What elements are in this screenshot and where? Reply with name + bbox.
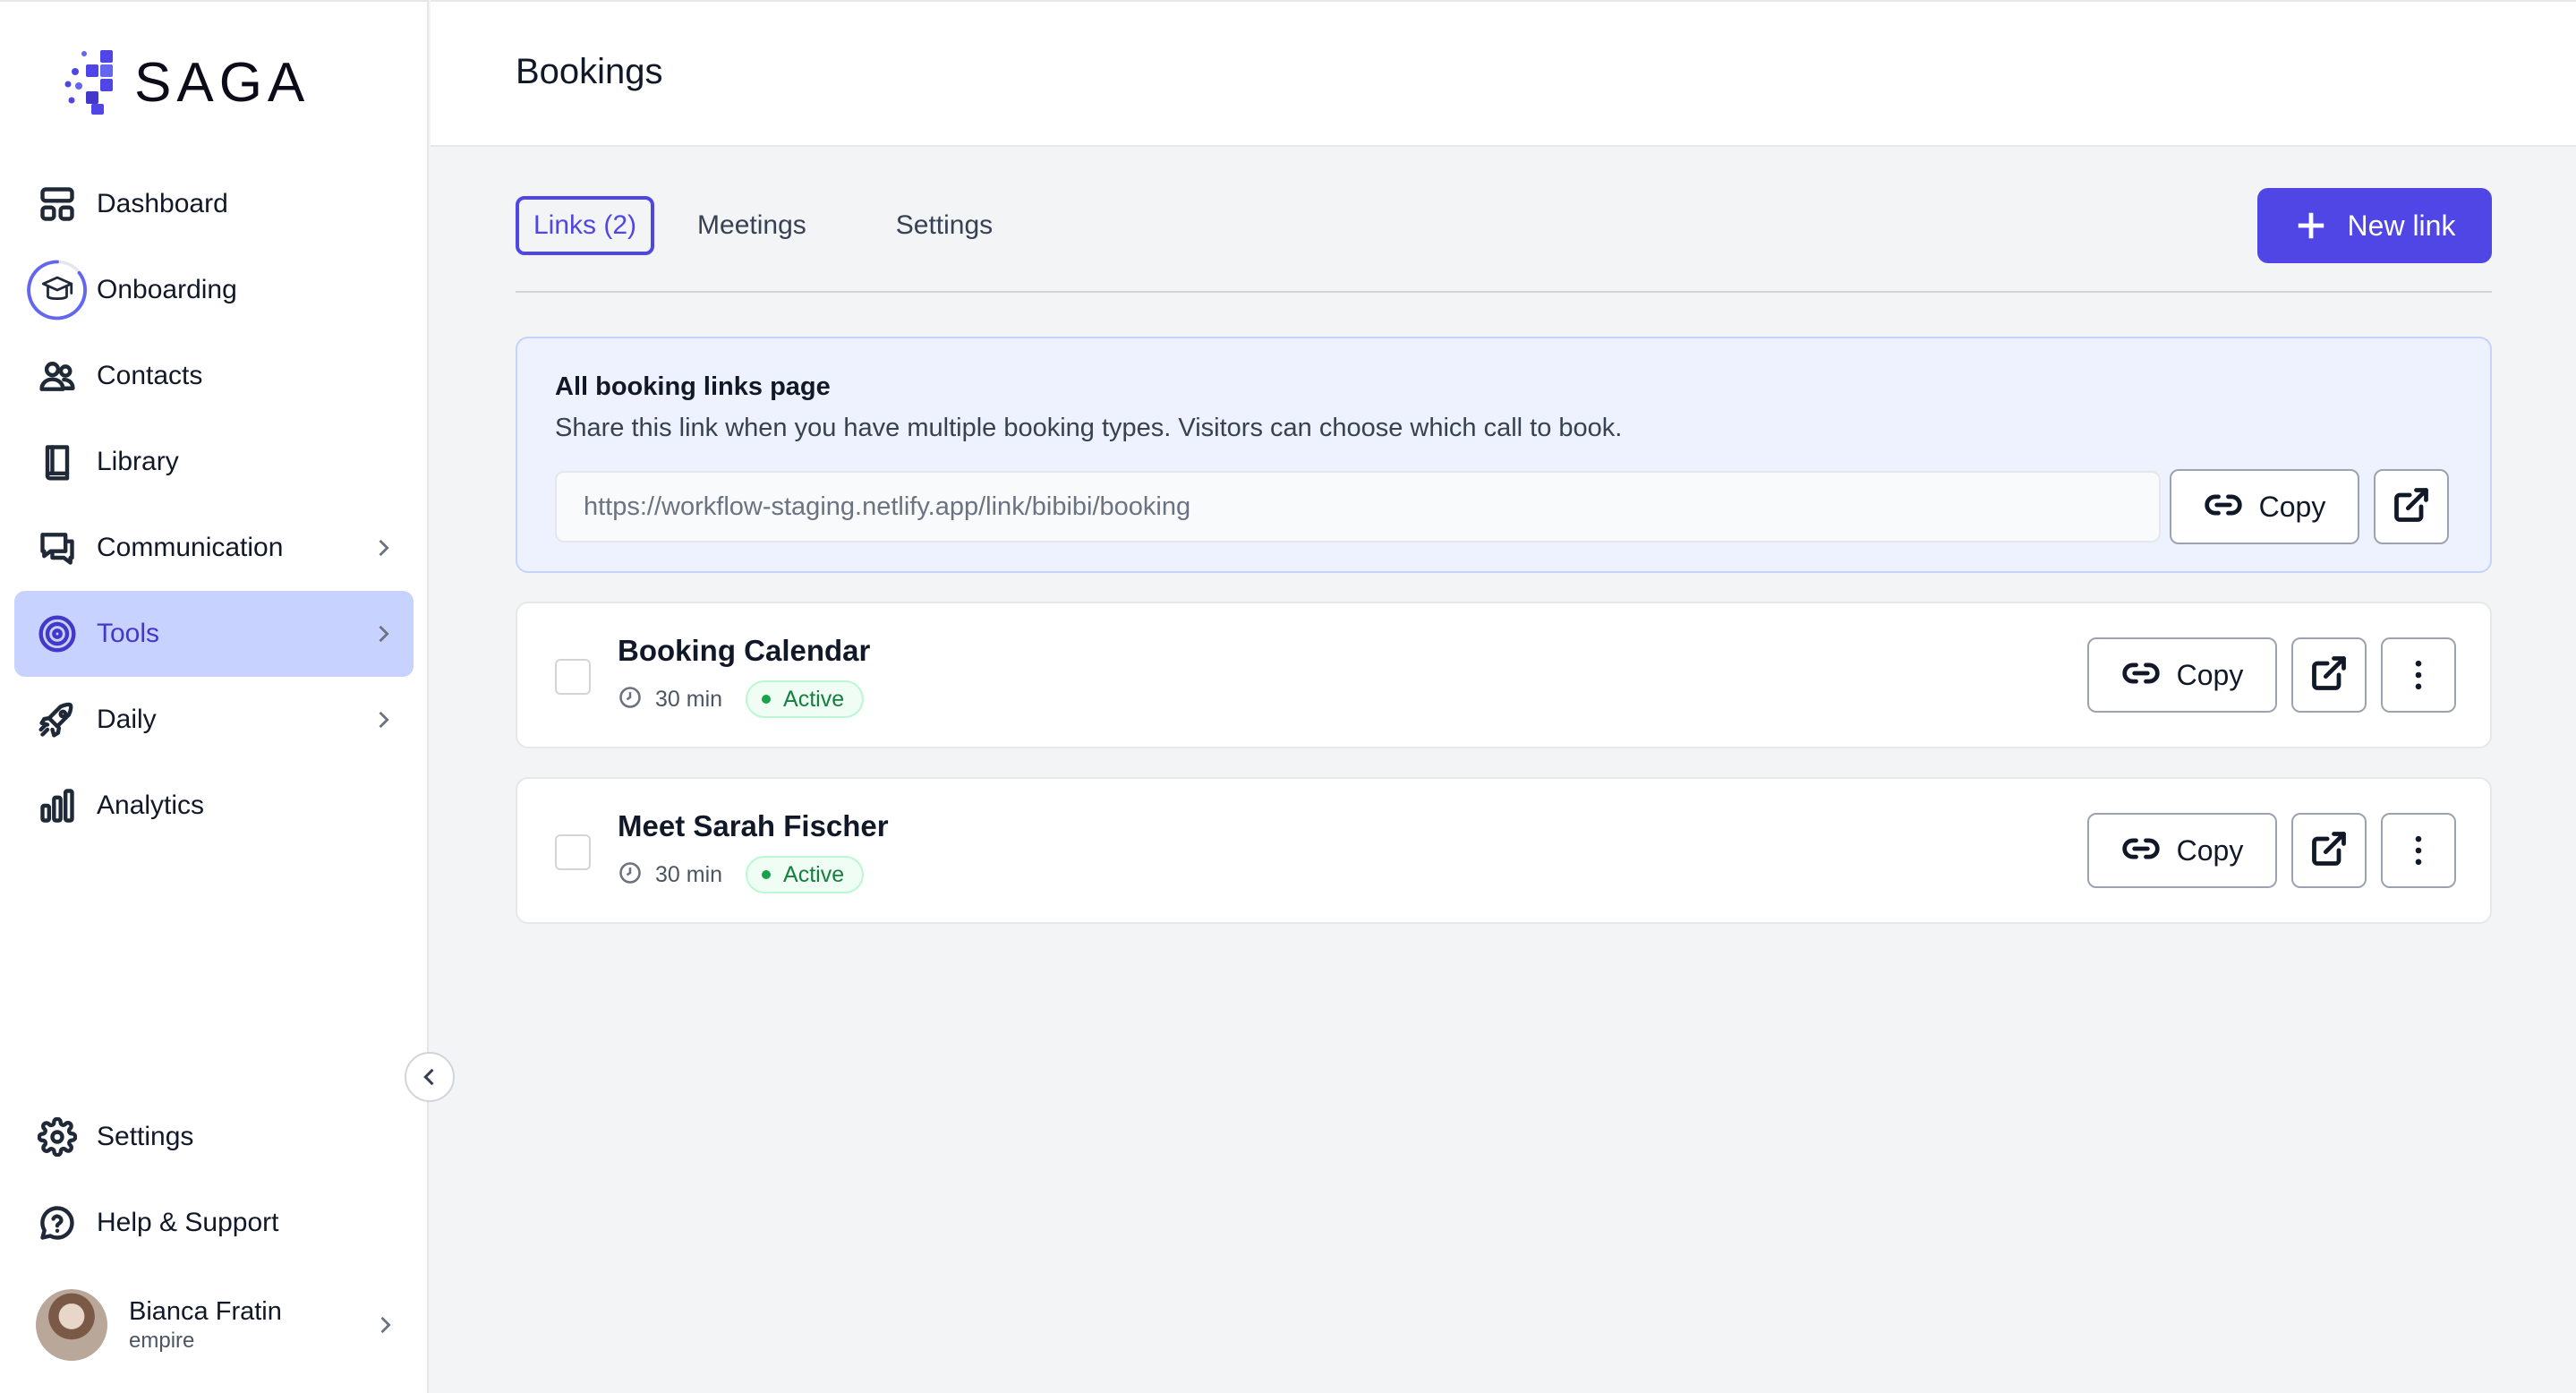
chevron-right-icon — [371, 621, 396, 646]
booking-link-card: Meet Sarah Fischer 30 min Active Copy — [516, 777, 2492, 924]
graduation-cap-icon — [26, 259, 89, 321]
link-icon — [2121, 654, 2161, 697]
link-name: Booking Calendar — [618, 634, 871, 667]
sidebar-item-daily[interactable]: Daily — [14, 677, 414, 763]
dashboard-icon — [36, 183, 79, 226]
avatar — [36, 1289, 107, 1361]
copy-link-button[interactable]: Copy — [2087, 813, 2277, 888]
select-checkbox[interactable] — [555, 659, 591, 695]
user-profile-menu[interactable]: Bianca Fratin empire — [36, 1287, 412, 1363]
app-root: SAGA Dashboard Onboarding Contacts Libra… — [0, 0, 2576, 1393]
book-icon — [36, 440, 79, 483]
gear-icon — [36, 1115, 79, 1158]
copy-label: Copy — [2176, 833, 2244, 867]
copy-link-button[interactable]: Copy — [2087, 637, 2277, 713]
page-title: Bookings — [516, 52, 663, 91]
chevron-right-icon — [371, 707, 396, 732]
external-link-icon — [2309, 654, 2349, 697]
duration: 30 min — [655, 686, 723, 712]
tab-settings[interactable]: Settings — [880, 198, 1009, 253]
sidebar-item-label: Dashboard — [97, 189, 228, 218]
user-org: empire — [129, 1329, 195, 1353]
sidebar-item-label: Daily — [97, 705, 157, 734]
chevron-right-icon — [372, 1312, 397, 1337]
rocket-icon — [36, 698, 79, 741]
more-vertical-icon — [2415, 835, 2422, 866]
new-link-label: New link — [2347, 209, 2456, 242]
chevron-right-icon — [371, 535, 396, 560]
chevron-left-icon — [423, 1068, 434, 1086]
saga-logo-icon — [64, 50, 113, 115]
sidebar-bottom-nav: Settings Help & Support — [14, 1094, 414, 1266]
booking-link-card: Booking Calendar 30 min Active Copy — [516, 602, 2492, 748]
open-link-button[interactable] — [2291, 813, 2367, 888]
sidebar-item-label: Communication — [97, 533, 284, 562]
plus-icon — [2298, 212, 2324, 239]
tabs-divider — [516, 291, 2492, 293]
all-booking-links-panel: All booking links page Share this link w… — [516, 337, 2492, 573]
new-link-button[interactable]: New link — [2257, 188, 2492, 263]
link-icon — [2204, 485, 2243, 529]
more-vertical-icon — [2415, 660, 2422, 690]
users-icon — [36, 355, 79, 397]
user-name: Bianca Fratin — [129, 1297, 282, 1326]
external-link-icon — [2309, 829, 2349, 873]
link-meta: 30 min Active — [618, 856, 865, 893]
more-options-button[interactable] — [2381, 813, 2456, 888]
bar-chart-icon — [36, 784, 79, 827]
sidebar-item-label: Onboarding — [97, 275, 237, 304]
sidebar-item-onboarding[interactable]: Onboarding — [14, 247, 414, 333]
external-link-icon — [2392, 485, 2431, 529]
copy-label: Copy — [2258, 490, 2326, 523]
link-icon — [2121, 829, 2161, 873]
help-chat-icon — [36, 1201, 79, 1244]
link-name: Meet Sarah Fischer — [618, 809, 889, 842]
sidebar-item-library[interactable]: Library — [14, 419, 414, 505]
sidebar-item-label: Tools — [97, 619, 160, 648]
sidebar: SAGA Dashboard Onboarding Contacts Libra… — [0, 0, 429, 1393]
collapse-sidebar-button[interactable] — [405, 1052, 455, 1102]
more-options-button[interactable] — [2381, 637, 2456, 713]
chat-icon — [36, 526, 79, 569]
sidebar-item-settings[interactable]: Settings — [14, 1094, 414, 1180]
brand-name: SAGA — [134, 51, 311, 114]
sidebar-item-tools[interactable]: Tools — [14, 591, 414, 677]
sidebar-item-label: Analytics — [97, 791, 205, 820]
sidebar-nav: Dashboard Onboarding Contacts Library Co… — [14, 161, 414, 849]
open-link-button[interactable] — [2291, 637, 2367, 713]
booking-url-field[interactable] — [555, 471, 2161, 543]
sidebar-item-label: Library — [97, 447, 179, 476]
copy-label: Copy — [2176, 658, 2244, 691]
sidebar-item-label: Settings — [97, 1122, 194, 1151]
sidebar-item-help[interactable]: Help & Support — [14, 1180, 414, 1266]
sidebar-item-label: Contacts — [97, 361, 203, 390]
saga-logo[interactable]: SAGA — [59, 48, 310, 116]
status-badge: Active — [746, 856, 865, 893]
status-label: Active — [783, 861, 845, 887]
tab-meetings[interactable]: Meetings — [681, 198, 823, 253]
duration: 30 min — [655, 861, 723, 887]
link-meta: 30 min Active — [618, 680, 865, 718]
sidebar-item-analytics[interactable]: Analytics — [14, 763, 414, 849]
sidebar-item-contacts[interactable]: Contacts — [14, 333, 414, 419]
sidebar-item-dashboard[interactable]: Dashboard — [14, 161, 414, 247]
copy-link-button[interactable]: Copy — [2170, 469, 2359, 544]
page-header: Bookings — [431, 0, 2576, 147]
sidebar-item-label: Help & Support — [97, 1208, 279, 1237]
panel-description: Share this link when you have multiple b… — [555, 414, 1623, 442]
open-link-button[interactable] — [2374, 469, 2449, 544]
tab-links[interactable]: Links (2) — [516, 196, 655, 255]
tab-bar: Links (2) Meetings Settings — [516, 196, 1066, 255]
panel-title: All booking links page — [555, 372, 831, 401]
status-label: Active — [783, 686, 845, 712]
target-icon — [36, 612, 79, 655]
select-checkbox[interactable] — [555, 834, 591, 870]
clock-icon — [618, 860, 643, 890]
user-info: Bianca Fratin empire — [129, 1295, 282, 1355]
status-dot — [762, 695, 772, 704]
clock-icon — [618, 685, 643, 714]
sidebar-item-communication[interactable]: Communication — [14, 505, 414, 591]
status-badge: Active — [746, 680, 865, 718]
status-dot — [762, 870, 772, 879]
